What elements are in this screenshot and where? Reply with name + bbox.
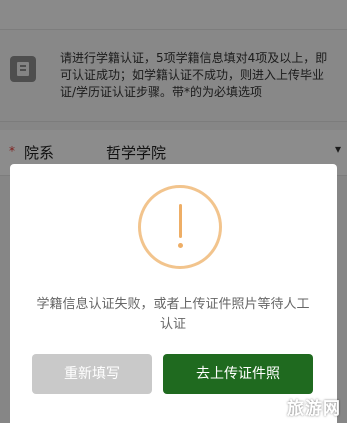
alert-bar: [179, 204, 182, 238]
upload-certificate-button[interactable]: 去上传证件照: [163, 354, 313, 394]
verification-failed-dialog: 学籍信息认证失败，或者上传证件照片等待人工认证 重新填写 去上传证件照: [10, 164, 337, 423]
refill-button[interactable]: 重新填写: [32, 354, 152, 394]
watermark: 旅游网: [287, 399, 341, 419]
alert-circle-icon: [138, 185, 222, 269]
dialog-message: 学籍信息认证失败，或者上传证件照片等待人工认证: [36, 297, 310, 332]
alert-dot: [178, 243, 183, 248]
